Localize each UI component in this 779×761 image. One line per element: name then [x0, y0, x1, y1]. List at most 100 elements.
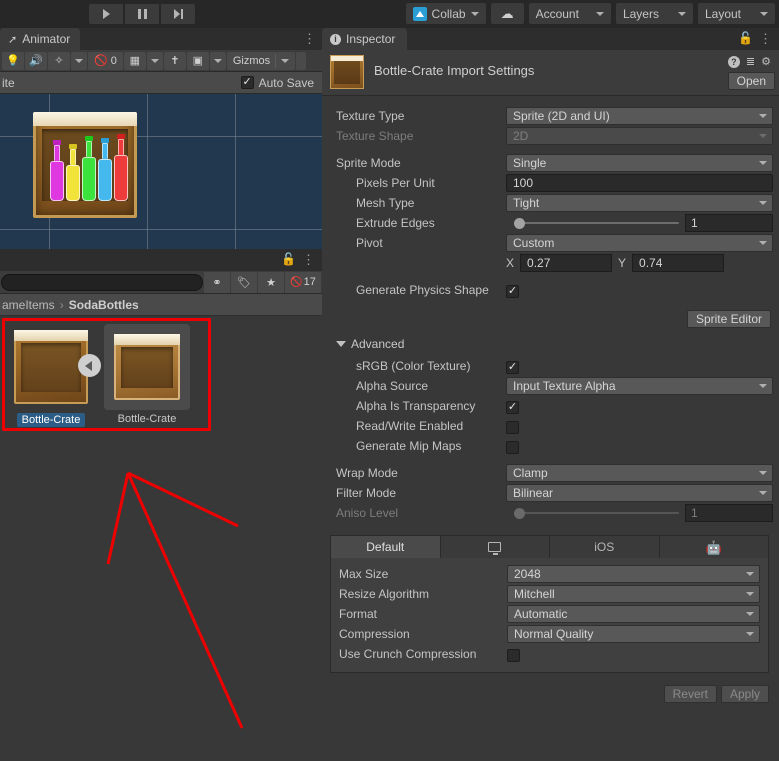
compression-dropdown[interactable]: Normal Quality — [507, 625, 760, 643]
camera-dropdown[interactable] — [209, 51, 226, 70]
chevron-down-icon — [746, 572, 754, 576]
srgb-checkbox[interactable]: ✓ — [506, 360, 519, 374]
pivot-x-input[interactable]: 0.27 — [520, 254, 613, 272]
list-item[interactable]: Bottle-Crate — [8, 324, 94, 436]
alpha-is-transparency-checkbox[interactable]: ✓ — [506, 400, 519, 414]
tab-android[interactable]: 🤖 — [659, 536, 768, 558]
chevron-down-icon — [759, 201, 767, 205]
preset-icon[interactable]: ≣ — [746, 55, 755, 68]
mesh-type-dropdown[interactable]: Tight — [506, 194, 773, 212]
account-label: Account — [535, 6, 579, 21]
extrude-edges-slider[interactable] — [506, 214, 681, 232]
gizmos-button[interactable]: Gizmos — [226, 51, 296, 70]
tab-default[interactable]: Default — [331, 536, 441, 558]
resize-algorithm-dropdown[interactable]: Mitchell — [507, 585, 760, 603]
type-filter-icon[interactable]: ⚭ — [204, 271, 230, 293]
account-button[interactable]: Account — [528, 3, 611, 24]
apply-button[interactable]: Apply — [720, 685, 769, 703]
collab-button[interactable]: Collab — [405, 3, 486, 24]
hidden-objects-toggle[interactable]: 🚫 0 — [88, 51, 123, 70]
breadcrumb-parent[interactable]: ameItems — [2, 298, 55, 312]
field-crunch-compression: Use Crunch Compression ✓ — [339, 644, 760, 664]
wrap-mode-dropdown[interactable]: Clamp — [506, 464, 773, 482]
advanced-label: Advanced — [351, 337, 405, 351]
tab-inspector-label: Inspector — [346, 32, 396, 46]
kebab-menu-icon[interactable] — [303, 32, 316, 45]
extrude-edges-input[interactable]: 1 — [685, 214, 773, 232]
label-filter-icon[interactable]: 🏷 — [231, 271, 257, 293]
field-filter-mode: Filter Mode Bilinear — [336, 483, 773, 503]
chevron-left-icon[interactable] — [78, 354, 101, 377]
grid-icon[interactable]: ▦ — [123, 51, 146, 70]
kebab-menu-icon[interactable]: ⋮ — [302, 253, 315, 266]
chevron-right-icon: › — [59, 297, 64, 312]
pivot-y-input[interactable]: 0.74 — [632, 254, 725, 272]
alpha-source-dropdown[interactable]: Input Texture Alpha — [506, 377, 773, 395]
list-item[interactable]: Bottle-Crate — [104, 324, 190, 436]
search-input[interactable] — [1, 273, 203, 291]
gizmos-label: Gizmos — [232, 54, 271, 67]
field-texture-type: Texture Type Sprite (2D and UI) — [336, 106, 773, 126]
tab-inspector[interactable]: i Inspector — [322, 28, 408, 50]
aniso-level-input: 1 — [685, 504, 773, 522]
open-button[interactable]: Open — [727, 72, 775, 90]
wrench-icon[interactable]: ✝ — [163, 51, 186, 70]
read-write-checkbox[interactable]: ✓ — [506, 420, 519, 434]
layout-button[interactable]: Layout — [697, 3, 775, 24]
audio-icon[interactable]: 🔊 — [25, 51, 47, 70]
inspector-tabbar: i Inspector 🔓 ⋮ — [322, 28, 779, 50]
revert-button[interactable]: Revert — [663, 685, 717, 703]
bottle-group — [50, 134, 128, 201]
tab-animator[interactable]: ➚ Animator — [0, 28, 81, 50]
scene-viewport[interactable] — [0, 94, 322, 249]
field-mesh-type: Mesh Type Tight — [336, 193, 773, 213]
autosave-bar: ite ✓ Auto Save — [0, 72, 322, 94]
help-icon[interactable]: ? — [727, 55, 740, 68]
field-pivot: Pivot Custom — [336, 233, 773, 253]
aniso-level-value: 1 — [691, 506, 698, 520]
mipmaps-checkbox[interactable]: ✓ — [506, 440, 519, 454]
lock-icon[interactable]: 🔓 — [738, 32, 753, 44]
cloud-button[interactable]: ☁ — [490, 3, 524, 24]
lock-icon[interactable]: 🔓 — [281, 253, 296, 265]
pivot-dropdown[interactable]: Custom — [506, 234, 773, 252]
kebab-menu-icon[interactable]: ⋮ — [759, 32, 772, 45]
tab-ios[interactable]: iOS — [550, 536, 660, 558]
filter-mode-dropdown[interactable]: Bilinear — [506, 484, 773, 502]
max-size-dropdown[interactable]: 2048 — [507, 565, 760, 583]
camera-icon[interactable]: ▣ — [186, 51, 209, 70]
star-icon[interactable]: ★ — [258, 271, 284, 293]
play-button[interactable] — [89, 4, 123, 24]
lightbulb-icon[interactable]: 💡 — [2, 51, 24, 70]
hidden-assets-toggle[interactable]: 🚫 17 — [285, 271, 321, 293]
sprite-mode-label: Sprite Mode — [336, 156, 401, 170]
step-button[interactable] — [161, 4, 195, 24]
chevron-down-icon — [746, 592, 754, 596]
gear-icon[interactable]: ⚙ — [761, 55, 771, 68]
advanced-foldout[interactable]: Advanced — [328, 334, 773, 354]
revert-label: Revert — [672, 687, 708, 701]
format-dropdown[interactable]: Automatic — [507, 605, 760, 623]
sprite-mode-dropdown[interactable]: Single — [506, 154, 773, 172]
slider-handle[interactable] — [514, 217, 525, 229]
sprite-editor-button[interactable]: Sprite Editor — [686, 310, 771, 328]
layers-button[interactable]: Layers — [615, 3, 693, 24]
grid-dropdown[interactable] — [146, 51, 163, 70]
crunch-checkbox[interactable]: ✓ — [507, 648, 520, 662]
scene-toolbar-overflow[interactable] — [296, 51, 307, 70]
asset-thumbnail[interactable] — [104, 324, 190, 410]
field-compression: Compression Normal Quality — [339, 624, 760, 644]
pixels-per-unit-input[interactable]: 100 — [506, 174, 773, 192]
animator-state-label: ite — [2, 75, 15, 90]
extrude-edges-value: 1 — [691, 216, 698, 230]
tab-standalone[interactable] — [440, 536, 550, 558]
bottle-crate-sprite[interactable] — [33, 112, 137, 218]
effects-icon[interactable]: ✧ — [48, 51, 70, 70]
pause-button[interactable] — [125, 4, 159, 24]
autosave-checkbox[interactable]: ✓ — [240, 76, 254, 89]
effects-dropdown[interactable] — [71, 51, 87, 70]
breadcrumb-current[interactable]: SodaBottles — [69, 298, 139, 312]
bottle — [82, 136, 96, 201]
generate-physics-shape-checkbox[interactable]: ✓ — [506, 284, 519, 298]
texture-type-dropdown[interactable]: Sprite (2D and UI) — [506, 107, 773, 125]
